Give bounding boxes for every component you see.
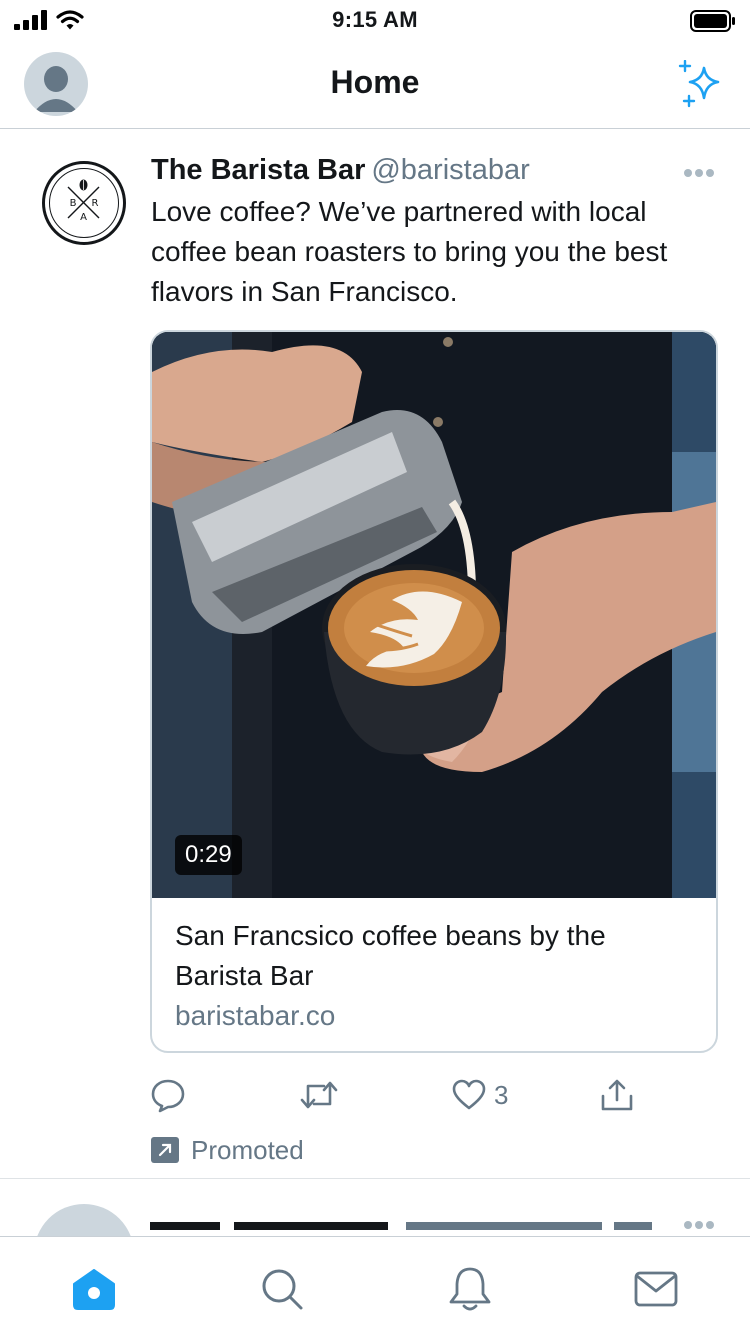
barista-bar-logo-icon: B R A (67, 179, 100, 223)
tweet-text: Love coffee? We’ve partnered with local … (151, 196, 668, 307)
sparkle-icon[interactable] (678, 60, 726, 108)
logo-letter-b: B (70, 198, 77, 209)
status-time: 9:15 AM (332, 7, 418, 32)
share-icon (601, 1079, 633, 1111)
promoted-icon (151, 1137, 179, 1163)
promoted-tweet[interactable]: B R A The Barista Bar @baristabar Love co… (0, 130, 750, 1179)
user-handle[interactable]: @baristabar (371, 154, 529, 186)
heart-icon (452, 1079, 486, 1110)
bottom-tab-bar (0, 1236, 750, 1334)
like-count: 3 (494, 1079, 509, 1110)
retweet-icon (300, 1081, 338, 1109)
promoted-indicator: Promoted (151, 1135, 304, 1165)
video-duration-badge: 0:29 (175, 835, 242, 875)
more-options-icon[interactable] (683, 168, 715, 178)
card-domain: baristabar.co (175, 1000, 336, 1031)
status-bar: 9:15 AM (0, 0, 750, 40)
latte-art-illustration (152, 332, 716, 898)
card-title: San Francsico coffee beans by the Barist… (175, 920, 606, 991)
reply-button[interactable] (150, 1075, 186, 1115)
envelope-icon (634, 1271, 678, 1307)
video-thumbnail[interactable]: 0:29 (152, 332, 716, 898)
search-icon (262, 1269, 303, 1310)
reply-icon (151, 1079, 185, 1113)
logo-letter-r: R (92, 198, 99, 209)
battery-icon (690, 10, 735, 32)
more-options-icon[interactable] (683, 1220, 715, 1230)
next-tweet-avatar[interactable] (34, 1204, 134, 1236)
tweet-actions: 3 (150, 1075, 718, 1115)
bell-icon (449, 1267, 491, 1311)
tab-search[interactable] (258, 1265, 306, 1313)
like-button[interactable]: 3 (452, 1075, 508, 1115)
next-tweet-time-placeholder (614, 1222, 652, 1230)
next-tweet-preview[interactable] (0, 1180, 750, 1236)
tab-notifications[interactable] (446, 1265, 494, 1313)
barista-bar-avatar[interactable]: B R A (42, 161, 126, 245)
top-nav-bar: Home (0, 40, 750, 129)
link-card[interactable]: 0:29 San Francsico coffee beans by the B… (150, 330, 718, 1053)
next-tweet-name-placeholder (150, 1222, 220, 1230)
tab-messages[interactable] (632, 1265, 680, 1313)
display-name[interactable]: The Barista Bar (151, 154, 365, 186)
home-icon (73, 1269, 115, 1310)
promoted-label: Promoted (191, 1134, 304, 1165)
page-title: Home (330, 64, 420, 100)
logo-ring: B R A (49, 168, 119, 238)
share-button[interactable] (600, 1075, 634, 1115)
next-tweet-handle-placeholder (406, 1222, 602, 1230)
tweet-header: The Barista Bar @baristabar (151, 154, 530, 187)
logo-letter-a: A (80, 212, 87, 223)
next-tweet-name-placeholder-2 (234, 1222, 388, 1230)
tab-home[interactable] (70, 1265, 118, 1313)
retweet-button[interactable] (300, 1075, 338, 1115)
